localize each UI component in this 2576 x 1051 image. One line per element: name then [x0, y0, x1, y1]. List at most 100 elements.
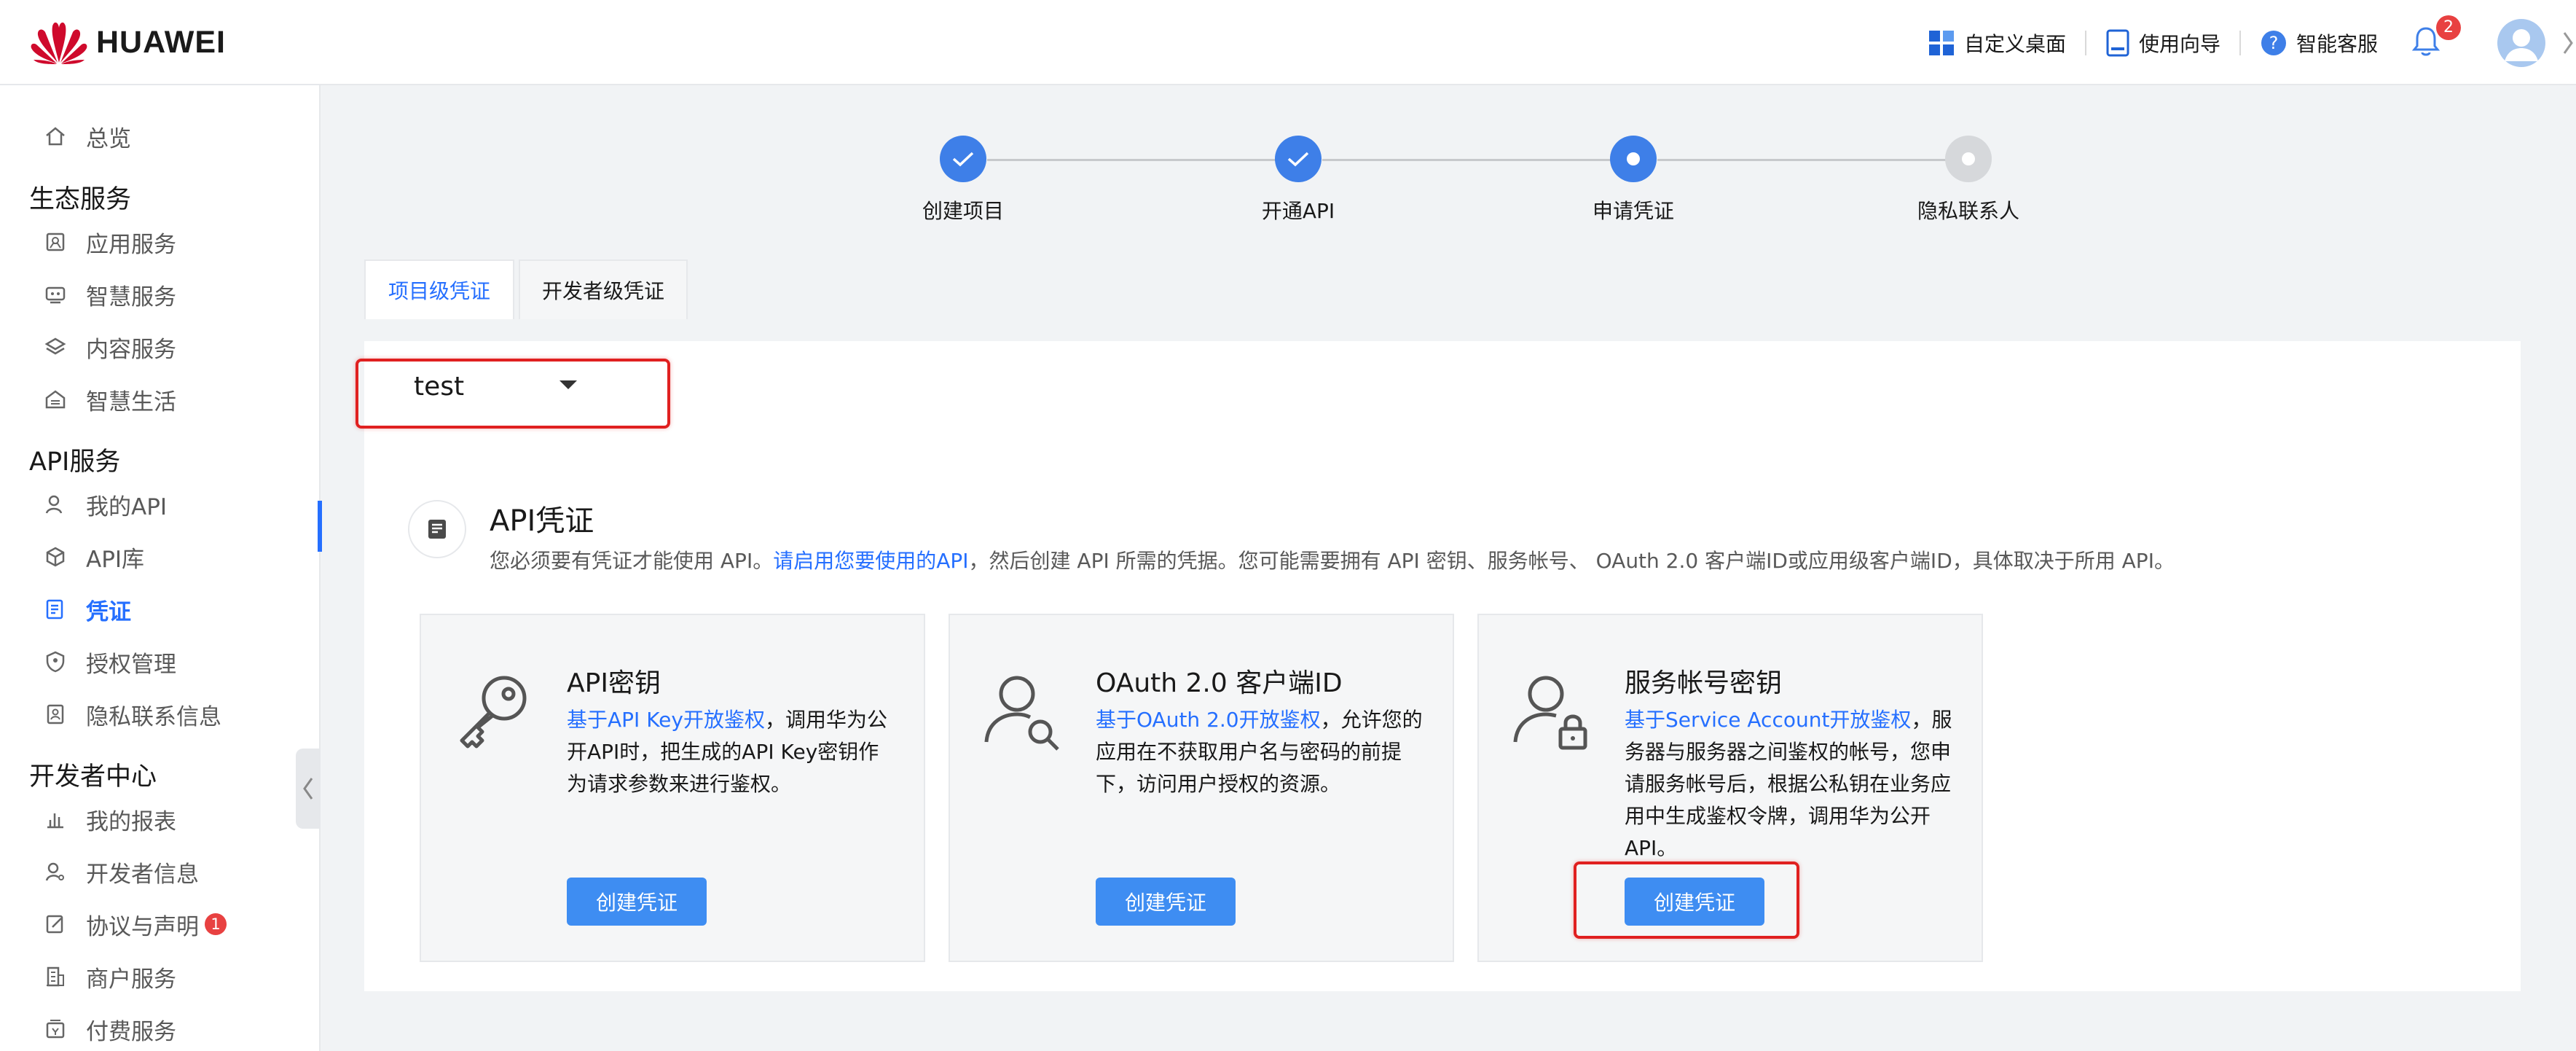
svg-text:?: ?	[2269, 33, 2279, 53]
api-credential-icon	[408, 500, 466, 558]
card-description: 基于OAuth 2.0开放鉴权，允许您的应用在不获取用户名与密码的前提下，访问用…	[1096, 704, 1426, 800]
section-desc-suffix: ，然后创建 API 所需的凭据。您可能需要拥有 API 密钥、服务帐号、 OAu…	[968, 549, 2175, 573]
section-description: 您必须要有凭证才能使用 API。请启用您要使用的API，然后创建 API 所需的…	[490, 545, 2175, 574]
tab-project-credentials[interactable]: 项目级凭证	[364, 259, 514, 319]
section-desc-prefix: 您必须要有凭证才能使用 API。	[490, 549, 774, 573]
wallet-icon	[46, 1020, 65, 1039]
step-label: 申请凭证	[1592, 199, 1674, 223]
sidebar-item-label: 商户服务	[86, 966, 176, 993]
grid-icon	[1928, 30, 1954, 55]
brand-name: HUAWEI	[96, 24, 226, 60]
check-icon	[952, 152, 974, 167]
oauth-doc-link[interactable]: 基于OAuth 2.0开放鉴权	[1096, 708, 1321, 732]
step-privacy-contact: 隐私联系人	[1896, 136, 2041, 224]
sidebar-item-label: 我的报表	[86, 808, 176, 835]
app-service-icon	[46, 233, 65, 251]
step-done-icon	[1275, 136, 1322, 182]
sidebar-group-title: 生态服务	[29, 185, 132, 214]
highlight-box	[1574, 861, 1799, 939]
user-avatar-icon	[2497, 18, 2545, 67]
help-icon: ?	[2261, 30, 2286, 55]
step-apply-credential: 申请凭证	[1560, 136, 1706, 224]
huawei-logo[interactable]: HUAWEI	[29, 19, 226, 66]
header-divider	[2084, 30, 2086, 55]
step-enable-api: 开通API	[1225, 136, 1371, 224]
sidebar-item-smart-services[interactable]: 智慧服务	[44, 273, 176, 316]
enable-api-link[interactable]: 请启用您要使用的API	[773, 549, 968, 573]
sidebar-item-my-reports[interactable]: 我的报表	[44, 797, 176, 841]
sidebar-item-paid-services[interactable]: 付费服务	[44, 1007, 176, 1051]
chevron-right-icon[interactable]	[2561, 28, 2576, 58]
section-title: API凭证	[490, 504, 594, 538]
cube-icon	[46, 547, 65, 567]
card-title: API密钥	[567, 668, 661, 698]
support-label: 智能客服	[2296, 31, 2378, 56]
shield-icon	[46, 651, 65, 673]
sidebar-item-my-api[interactable]: 我的API	[44, 482, 167, 526]
card-title: OAuth 2.0 客户端ID	[1096, 668, 1343, 698]
user-avatar[interactable]	[2497, 18, 2545, 67]
contact-card-icon	[47, 704, 64, 724]
guide-book-icon	[2106, 29, 2129, 56]
button-label: 创建凭证	[1124, 891, 1206, 915]
sidebar-item-content-services[interactable]: 内容服务	[44, 325, 176, 369]
sidebar-item-label: 开发者信息	[86, 861, 199, 888]
notification-bell[interactable]: 2	[2411, 15, 2461, 60]
step-label: 开通API	[1261, 199, 1335, 223]
building-icon	[47, 966, 64, 987]
user-search-icon	[984, 676, 1059, 751]
sidebar-item-label: 智慧服务	[86, 284, 176, 310]
sidebar-item-label: API库	[86, 546, 145, 573]
notification-count-badge: 2	[2436, 15, 2461, 40]
sidebar-item-api-library[interactable]: API库	[44, 535, 144, 579]
chevron-left-icon	[303, 778, 313, 800]
layers-icon	[44, 337, 66, 355]
sidebar-group-title: 开发者中心	[29, 762, 157, 792]
sidebar-item-agreements[interactable]: 协议与声明 1	[44, 902, 227, 946]
sidebar-item-label: 凭证	[86, 598, 131, 625]
guide-link[interactable]: 使用向导	[2105, 28, 2220, 58]
sidebar-collapse-toggle[interactable]	[296, 749, 321, 829]
create-api-key-button[interactable]: 创建凭证	[567, 878, 707, 926]
customize-desktop-link[interactable]: 自定义桌面	[1928, 28, 2066, 58]
sidebar-item-app-services[interactable]: 应用服务	[44, 220, 176, 264]
sidebar-item-smart-life[interactable]: 智慧生活	[44, 378, 176, 421]
sidebar-group-title: API服务	[29, 448, 121, 477]
home-icon	[46, 127, 65, 146]
create-oauth-client-button[interactable]: 创建凭证	[1096, 878, 1236, 926]
sidebar-item-label: 协议与声明	[86, 913, 199, 940]
sidebar-item-merchant[interactable]: 商户服务	[44, 955, 176, 999]
sidebar-item-label: 应用服务	[86, 231, 176, 258]
tab-developer-credentials[interactable]: 开发者级凭证	[519, 259, 688, 319]
active-nav-indicator	[318, 501, 322, 552]
tab-label: 开发者级凭证	[541, 279, 664, 303]
api-key-doc-link[interactable]: 基于API Key开放鉴权	[567, 708, 765, 732]
highlight-box	[356, 359, 670, 429]
sidebar-item-privacy-contact[interactable]: 隐私联系信息	[44, 692, 221, 736]
card-title: 服务帐号密钥	[1625, 668, 1783, 698]
sidebar-item-label: 总览	[86, 125, 131, 152]
sidebar-item-credentials[interactable]: 凭证	[44, 587, 131, 631]
sidebar-item-overview[interactable]: 总览	[44, 114, 131, 158]
bar-chart-icon	[47, 813, 63, 829]
step-label: 创建项目	[922, 199, 1004, 223]
credentials-panel: test API凭证 您必须要有凭证才能使用 API。请启用您要使用的API，然…	[356, 341, 2521, 991]
user-icon	[45, 495, 63, 514]
sidebar: 总览 生态服务 应用服务 智慧服务 内容服务 智慧生活 API服务 我的API …	[0, 85, 321, 1051]
sidebar-item-authorization[interactable]: 授权管理	[44, 640, 176, 684]
service-account-doc-link[interactable]: 基于Service Account开放鉴权	[1625, 708, 1911, 732]
edit-doc-icon	[46, 915, 63, 934]
support-link[interactable]: ? 智能客服	[2260, 28, 2378, 58]
customize-desktop-label: 自定义桌面	[1963, 31, 2066, 56]
step-done-icon	[940, 136, 986, 182]
document-icon	[428, 520, 446, 539]
sidebar-item-label: 授权管理	[86, 651, 176, 678]
oauth-client-card: OAuth 2.0 客户端ID 基于OAuth 2.0开放鉴权，允许您的应用在不…	[949, 614, 1454, 962]
smart-home-icon	[45, 390, 66, 409]
guide-label: 使用向导	[2138, 31, 2220, 56]
top-header: HUAWEI 自定义桌面 使用向导 ? 智能客服 2	[0, 0, 2576, 85]
sidebar-item-developer-info[interactable]: 开发者信息	[44, 850, 199, 894]
smart-service-icon	[45, 286, 66, 304]
user-lock-icon	[1513, 676, 1587, 750]
huawei-flower-icon	[31, 22, 87, 64]
